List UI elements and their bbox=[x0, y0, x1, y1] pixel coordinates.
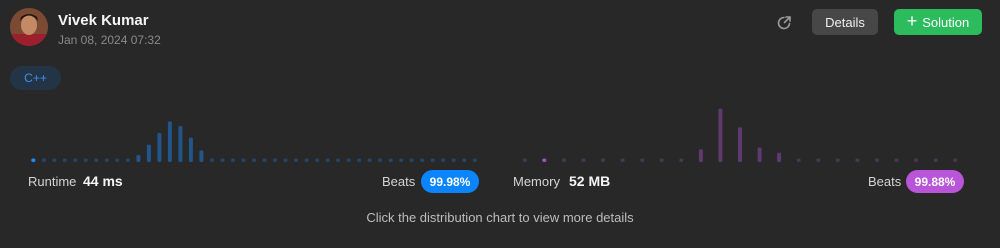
runtime-bar[interactable] bbox=[283, 158, 288, 163]
memory-bar[interactable] bbox=[914, 158, 919, 163]
runtime-label: Runtime bbox=[28, 174, 77, 189]
memory-bar[interactable] bbox=[698, 149, 703, 162]
runtime-bar[interactable] bbox=[409, 158, 414, 163]
memory-bar[interactable] bbox=[640, 158, 645, 163]
chart-hint: Click the distribution chart to view mor… bbox=[366, 210, 634, 225]
language-label: C++ bbox=[24, 71, 47, 85]
runtime-bar[interactable] bbox=[62, 158, 67, 163]
memory-bar[interactable] bbox=[679, 158, 684, 163]
language-tag[interactable]: C++ bbox=[10, 66, 61, 90]
runtime-bar[interactable] bbox=[304, 158, 309, 163]
memory-bar-current[interactable] bbox=[542, 158, 547, 163]
memory-bar[interactable] bbox=[757, 147, 762, 163]
runtime-bar[interactable] bbox=[241, 158, 246, 163]
runtime-bar[interactable] bbox=[167, 121, 172, 162]
runtime-bar[interactable] bbox=[188, 137, 193, 162]
runtime-bar[interactable] bbox=[52, 158, 57, 163]
runtime-bar[interactable] bbox=[294, 158, 298, 163]
add-solution-button[interactable]: + Solution bbox=[894, 9, 982, 35]
memory-bar[interactable] bbox=[894, 158, 899, 163]
runtime-bar[interactable] bbox=[441, 158, 446, 163]
memory-value: 52 MB bbox=[569, 173, 611, 189]
memory-bar[interactable] bbox=[718, 108, 723, 162]
share-icon[interactable] bbox=[774, 13, 794, 33]
memory-bar[interactable] bbox=[738, 127, 742, 162]
runtime-value: 44 ms bbox=[83, 173, 123, 189]
runtime-bar[interactable] bbox=[146, 144, 151, 162]
runtime-bar[interactable] bbox=[94, 158, 99, 163]
memory-bar[interactable] bbox=[581, 158, 586, 163]
runtime-bar-current[interactable] bbox=[31, 158, 36, 163]
runtime-bar[interactable] bbox=[420, 158, 425, 163]
memory-bar[interactable] bbox=[875, 158, 879, 163]
runtime-bar[interactable] bbox=[462, 158, 467, 163]
runtime-bar[interactable] bbox=[315, 158, 320, 163]
runtime-bar[interactable] bbox=[399, 158, 404, 163]
memory-bar[interactable] bbox=[796, 158, 801, 163]
memory-bar[interactable] bbox=[835, 158, 840, 163]
runtime-bar[interactable] bbox=[336, 158, 341, 163]
runtime-beats-label: Beats bbox=[382, 174, 416, 189]
runtime-distribution-chart[interactable] bbox=[28, 104, 480, 162]
runtime-bar[interactable] bbox=[199, 150, 204, 162]
submission-date: Jan 08, 2024 07:32 bbox=[58, 33, 161, 47]
runtime-bar[interactable] bbox=[252, 158, 256, 163]
runtime-bar[interactable] bbox=[262, 158, 267, 163]
memory-distribution-chart[interactable] bbox=[515, 104, 965, 162]
runtime-bar[interactable] bbox=[73, 158, 78, 163]
plus-icon: + bbox=[906, 11, 918, 31]
memory-bar[interactable] bbox=[933, 158, 938, 163]
memory-bar[interactable] bbox=[620, 158, 625, 163]
runtime-bar[interactable] bbox=[367, 158, 372, 163]
runtime-bar[interactable] bbox=[378, 158, 383, 163]
runtime-bar[interactable] bbox=[220, 158, 225, 163]
runtime-bar[interactable] bbox=[451, 158, 456, 163]
runtime-bar[interactable] bbox=[210, 158, 214, 163]
runtime-bar[interactable] bbox=[104, 158, 109, 163]
details-button[interactable]: Details bbox=[812, 9, 878, 35]
user-name: Vivek Kumar bbox=[58, 12, 149, 29]
avatar-image bbox=[10, 8, 48, 46]
runtime-bar[interactable] bbox=[388, 158, 393, 163]
solution-button-label: Solution bbox=[922, 14, 970, 30]
runtime-bar[interactable] bbox=[41, 158, 46, 163]
memory-bar[interactable] bbox=[522, 158, 527, 163]
details-button-label: Details bbox=[825, 14, 865, 30]
memory-bar[interactable] bbox=[855, 158, 860, 163]
runtime-bar[interactable] bbox=[83, 158, 88, 163]
memory-bar[interactable] bbox=[601, 158, 605, 163]
runtime-bar[interactable] bbox=[472, 158, 477, 163]
runtime-bar[interactable] bbox=[157, 133, 162, 162]
runtime-beats-badge: 99.98% bbox=[421, 170, 479, 193]
runtime-bar[interactable] bbox=[346, 158, 351, 163]
memory-bar[interactable] bbox=[777, 152, 782, 162]
memory-bar[interactable] bbox=[953, 158, 958, 163]
runtime-bar[interactable] bbox=[115, 158, 120, 163]
memory-beats-badge: 99.88% bbox=[906, 170, 964, 193]
runtime-bar[interactable] bbox=[273, 158, 277, 163]
memory-beats-label: Beats bbox=[868, 174, 902, 189]
runtime-bar[interactable] bbox=[231, 158, 235, 163]
runtime-bar[interactable] bbox=[136, 155, 141, 162]
runtime-bar[interactable] bbox=[357, 158, 362, 163]
memory-label: Memory bbox=[513, 174, 560, 189]
memory-bar[interactable] bbox=[816, 158, 821, 163]
runtime-bar[interactable] bbox=[430, 158, 435, 163]
runtime-bar[interactable] bbox=[178, 126, 183, 162]
runtime-bar[interactable] bbox=[125, 158, 130, 163]
runtime-bar[interactable] bbox=[325, 158, 330, 163]
memory-bar[interactable] bbox=[561, 158, 566, 163]
avatar[interactable] bbox=[10, 8, 48, 46]
memory-bar[interactable] bbox=[659, 158, 664, 163]
